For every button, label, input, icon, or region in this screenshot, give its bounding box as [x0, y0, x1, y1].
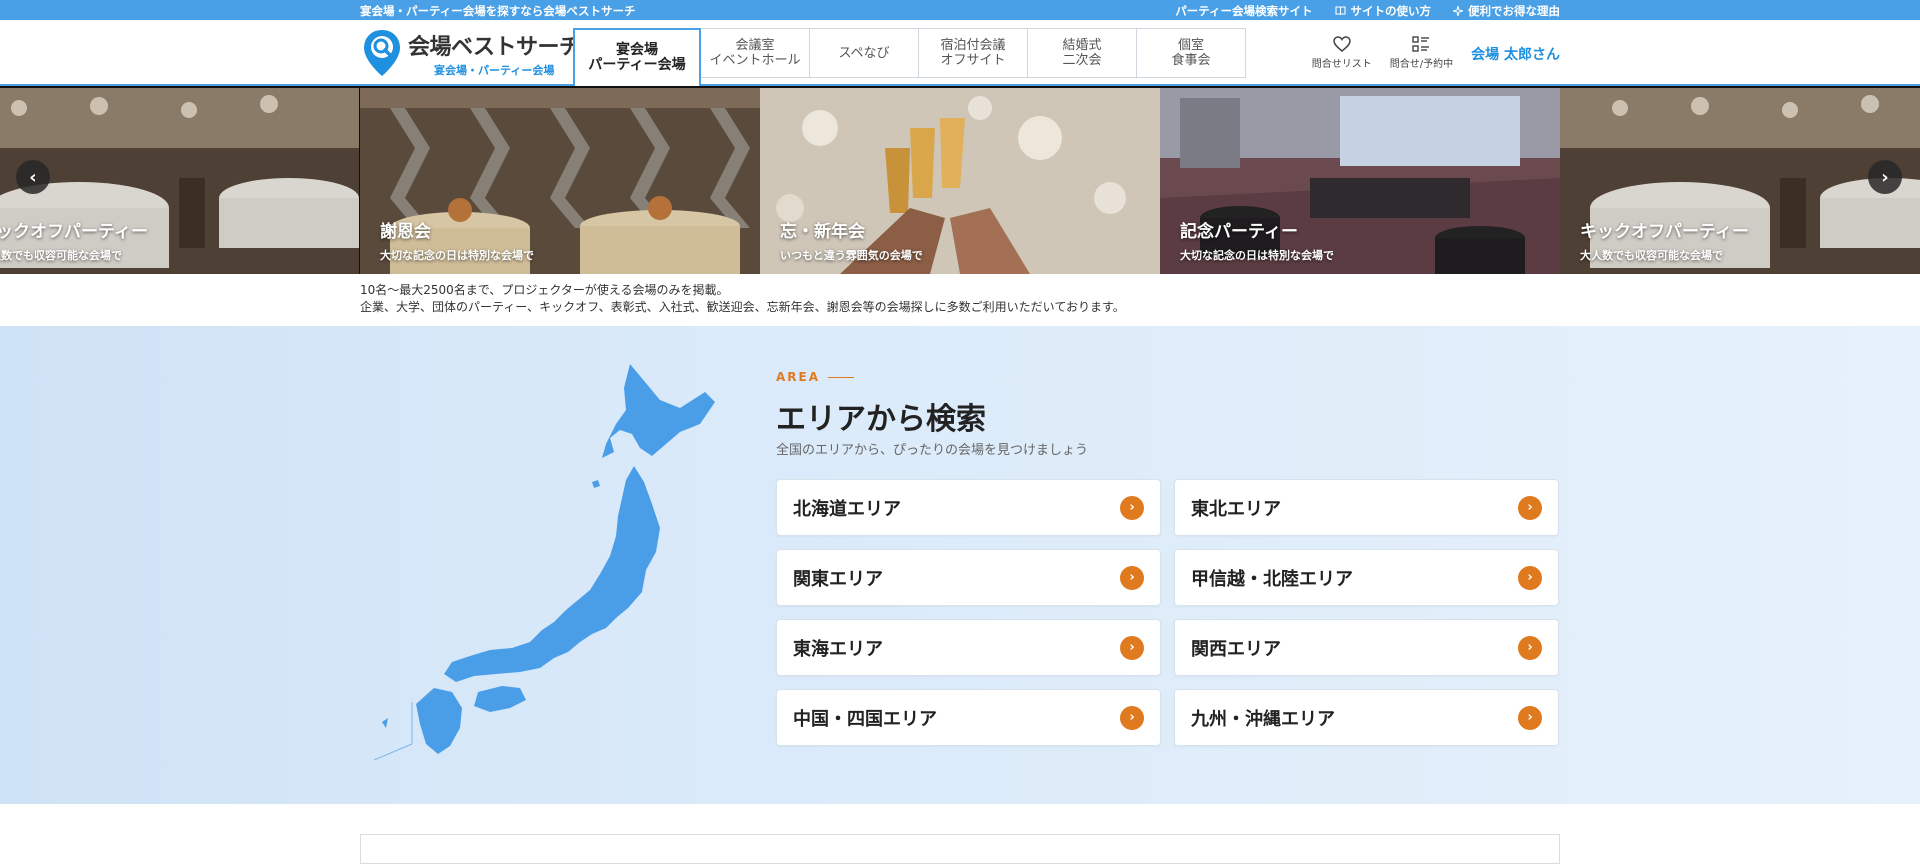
- region-card-kyushu-okinawa[interactable]: 九州・沖縄エリア ›: [1174, 689, 1559, 746]
- inquiry-button[interactable]: 問合せ/予約中: [1390, 36, 1453, 70]
- intro-line-1: 10名〜最大2500名まで、プロジェクターが使える会場のみを掲載。: [360, 283, 729, 297]
- site-tagline: 宴会場・パーティー会場を探すなら会場ベストサーチ: [360, 4, 636, 18]
- book-icon: [1334, 6, 1346, 16]
- region-card-hokkaido[interactable]: 北海道エリア ›: [776, 479, 1161, 536]
- japan-map-icon: [373, 364, 715, 761]
- slide-year-end-party[interactable]: 忘・新年会 いつもと違う雰囲気の会場で: [760, 88, 1160, 274]
- slide-subtitle: 大切な記念の日は特別な会場で: [1180, 249, 1334, 262]
- region-name: 九州・沖縄エリア: [1191, 708, 1335, 730]
- region-grid: 北海道エリア › 東北エリア › 関東エリア › 甲信越・北陸エリア › 東海エリア › …: [776, 479, 1559, 746]
- main-nav: 宴会場 パーティー会場 会議室 イベントホール スペなび 宿泊付会議 オフサイト 結婚…: [573, 28, 1246, 86]
- slide-anniversary-party[interactable]: 記念パーティー 大切な記念の日は特別な会場で: [1160, 88, 1560, 274]
- slide-title: キックオフパーティー: [1580, 222, 1749, 242]
- top-link-search-site[interactable]: パーティー会場検索サイト: [1175, 3, 1312, 19]
- arrow-right-icon: ›: [1120, 635, 1144, 660]
- top-links: パーティー会場検索サイト サイトの使い方 便利でお得な理由: [1175, 3, 1560, 19]
- slide-subtitle: いつもと違う雰囲気の会場で: [780, 249, 923, 262]
- arrow-right-icon: ›: [1120, 565, 1144, 590]
- sparkle-icon: [1453, 6, 1463, 16]
- region-card-koshinetsu-hokuriku[interactable]: 甲信越・北陸エリア ›: [1174, 549, 1559, 606]
- top-bar: 宴会場・パーティー会場を探すなら会場ベストサーチ パーティー会場検索サイト サイ…: [0, 0, 1920, 20]
- favorites-label: 問合せリスト: [1311, 59, 1372, 70]
- region-name: 東北エリア: [1191, 498, 1281, 520]
- chevron-left-icon: ‹: [29, 166, 37, 188]
- logo-name: 会場ベストサーチ: [408, 34, 581, 60]
- region-card-kanto[interactable]: 関東エリア ›: [776, 549, 1161, 606]
- region-name: 甲信越・北陸エリア: [1191, 568, 1353, 590]
- top-link-reasons-label: 便利でお得な理由: [1468, 4, 1560, 18]
- logo-subtitle: 宴会場・パーティー会場: [434, 63, 555, 77]
- region-card-tokai[interactable]: 東海エリア ›: [776, 619, 1161, 676]
- top-link-how-to-use[interactable]: サイトの使い方: [1334, 3, 1432, 19]
- region-name: 中国・四国エリア: [793, 708, 937, 730]
- slide-title: 忘・新年会: [780, 222, 865, 242]
- area-section-title: エリアから検索: [776, 402, 986, 437]
- intro-text: 10名〜最大2500名まで、プロジェクターが使える会場のみを掲載。 企業、大学、…: [0, 274, 1920, 326]
- arrow-right-icon: ›: [1120, 495, 1144, 520]
- slide-kickoff-left[interactable]: キックオフパーティー 大人数でも収容可能な会場で: [0, 88, 359, 274]
- inquiry-label: 問合せ/予約中: [1389, 59, 1454, 70]
- list-icon: [1412, 36, 1430, 52]
- area-search-section: AREA エリアから検索 全国のエリアから、ぴったりの会場を見つけましょう 北海…: [0, 326, 1920, 804]
- area-section-label: AREA: [776, 370, 855, 384]
- slide-title: キックオフパーティー: [0, 222, 148, 242]
- hero-carousel: キックオフパーティー 大人数でも収容可能な会場で 謝恩会 大切な記念の日は特別な…: [0, 86, 1920, 274]
- slide-subtitle: 大人数でも収容可能な会場で: [1580, 249, 1723, 262]
- slide-thanks-party[interactable]: 謝恩会 大切な記念の日は特別な会場で: [360, 88, 760, 274]
- slide-subtitle: 大人数でも収容可能な会場で: [0, 249, 122, 262]
- favorites-button[interactable]: 問合せリスト: [1312, 36, 1372, 70]
- region-name: 東海エリア: [793, 638, 883, 660]
- region-name: 関西エリア: [1191, 638, 1281, 660]
- nav-tab-meeting-room-line1: 会議室: [735, 38, 775, 53]
- region-card-chugoku-shikoku[interactable]: 中国・四国エリア ›: [776, 689, 1161, 746]
- slide-title: 謝恩会: [380, 222, 431, 242]
- nav-tab-wedding-line2: 二次会: [1062, 53, 1102, 68]
- nav-tab-offsite-line2: オフサイト: [940, 53, 1006, 68]
- location-pin-logo-icon: [364, 30, 400, 76]
- carousel-prev-button[interactable]: ‹: [16, 160, 50, 194]
- label-divider: [828, 376, 855, 378]
- heart-icon: [1332, 36, 1351, 52]
- region-card-kansai[interactable]: 関西エリア ›: [1174, 619, 1559, 676]
- nav-tab-wedding[interactable]: 結婚式 二次会: [1027, 28, 1137, 78]
- nav-tab-meeting-room[interactable]: 会議室 イベントホール: [700, 28, 810, 78]
- nav-tab-offsite[interactable]: 宿泊付会議 オフサイト: [918, 28, 1028, 78]
- arrow-right-icon: ›: [1518, 495, 1542, 520]
- slide-kickoff-right[interactable]: キックオフパーティー 大人数でも収容可能な会場で: [1560, 88, 1920, 274]
- slide-subtitle: 大切な記念の日は特別な会場で: [380, 249, 534, 262]
- region-name: 北海道エリア: [793, 498, 901, 520]
- nav-tab-banquet[interactable]: 宴会場 パーティー会場: [573, 28, 701, 86]
- nav-tab-supenavi-line1: スペなび: [838, 45, 890, 61]
- nav-tab-banquet-line1: 宴会場: [615, 42, 658, 58]
- top-link-how-to-use-label: サイトの使い方: [1350, 4, 1432, 18]
- intro-line-2: 企業、大学、団体のパーティー、キックオフ、表彰式、入社式、歓送迎会、忘新年会、謝…: [360, 300, 1125, 314]
- area-section-description: 全国のエリアから、ぴったりの会場を見つけましょう: [776, 443, 1089, 458]
- slide-title: 記念パーティー: [1180, 222, 1298, 242]
- chevron-right-icon: ›: [1881, 166, 1889, 188]
- user-name-link[interactable]: 会場 太郎さん: [1471, 44, 1560, 64]
- region-card-tohoku[interactable]: 東北エリア ›: [1174, 479, 1559, 536]
- nav-tab-meeting-room-line2: イベントホール: [709, 53, 801, 68]
- carousel-next-button[interactable]: ›: [1868, 160, 1902, 194]
- nav-tab-private-room[interactable]: 個室 食事会: [1136, 28, 1246, 78]
- arrow-right-icon: ›: [1518, 705, 1542, 730]
- site-logo[interactable]: 会場ベストサーチ 宴会場・パーティー会場: [362, 28, 581, 78]
- nav-tab-banquet-line2: パーティー会場: [588, 57, 686, 73]
- region-name: 関東エリア: [793, 568, 883, 590]
- nav-tab-private-room-line2: 食事会: [1171, 53, 1211, 68]
- arrow-right-icon: ›: [1518, 635, 1542, 660]
- next-section-box: [360, 834, 1560, 864]
- area-label-text: AREA: [776, 370, 821, 384]
- nav-tab-wedding-line1: 結婚式: [1062, 38, 1102, 53]
- nav-tab-private-room-line1: 個室: [1177, 38, 1204, 53]
- site-header: 会場ベストサーチ 宴会場・パーティー会場 宴会場 パーティー会場 会議室 イベントホ…: [0, 20, 1920, 86]
- nav-tab-supenavi[interactable]: スペなび: [809, 28, 919, 78]
- nav-tab-offsite-line1: 宿泊付会議: [940, 38, 1006, 53]
- header-right: 問合せリスト 問合せ/予約中 会場 太郎さん: [1312, 36, 1560, 70]
- arrow-right-icon: ›: [1518, 565, 1542, 590]
- top-link-reasons[interactable]: 便利でお得な理由: [1453, 3, 1560, 19]
- arrow-right-icon: ›: [1120, 705, 1144, 730]
